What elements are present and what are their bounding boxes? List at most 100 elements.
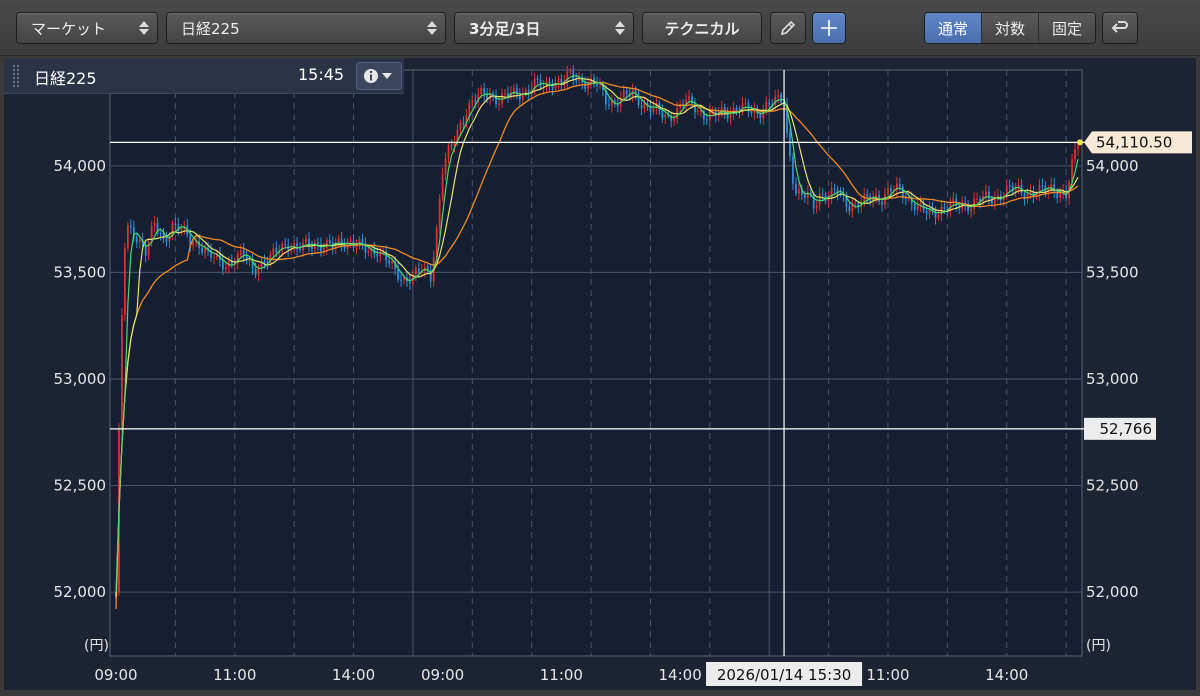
candle-body bbox=[299, 248, 301, 251]
candle-body bbox=[126, 225, 129, 248]
candle-body bbox=[462, 122, 465, 125]
candle-body bbox=[744, 102, 747, 104]
symbol-info-bar: 日経225 15:45 bbox=[4, 58, 404, 94]
candle-body bbox=[777, 94, 780, 97]
candle-body bbox=[904, 198, 907, 200]
candle-body bbox=[135, 237, 138, 243]
candle-body bbox=[468, 103, 471, 116]
candle-body bbox=[239, 249, 242, 254]
candle-body bbox=[881, 201, 883, 205]
candle-body bbox=[147, 241, 150, 256]
candle-body bbox=[898, 183, 901, 187]
candle-body bbox=[937, 214, 940, 218]
updown-arrows-icon bbox=[615, 20, 625, 36]
candle-body bbox=[444, 158, 447, 175]
candle-body bbox=[498, 103, 500, 105]
candle-body bbox=[480, 88, 483, 95]
candle-body bbox=[153, 222, 156, 227]
candle-body bbox=[162, 233, 165, 239]
y-tick-label-left: 53,000 bbox=[54, 370, 107, 388]
pencil-button[interactable] bbox=[770, 12, 806, 44]
candle-body bbox=[254, 268, 257, 275]
candle-body bbox=[322, 248, 325, 252]
candle-body bbox=[887, 188, 889, 195]
scale-mode-normal[interactable]: 通常 bbox=[925, 13, 981, 43]
candle-body bbox=[349, 240, 352, 243]
candle-body bbox=[391, 261, 394, 264]
pencil-icon bbox=[780, 20, 796, 36]
candle-body bbox=[367, 251, 370, 253]
x-tick-label: 11:00 bbox=[540, 666, 583, 684]
candle-body bbox=[569, 70, 572, 72]
candle-body bbox=[124, 247, 126, 316]
candle-body bbox=[1077, 146, 1079, 149]
technical-button[interactable]: テクニカル bbox=[642, 12, 762, 44]
info-symbol: 日経225 bbox=[34, 69, 97, 88]
candle-body bbox=[317, 242, 319, 245]
candle-body bbox=[144, 245, 147, 256]
market-select-label: マーケット bbox=[31, 19, 107, 38]
candle-body bbox=[414, 267, 417, 275]
toolbar: マーケット 日経225 3分足/3日 テクニカル 通常 対数 固定 bbox=[0, 0, 1200, 56]
candle-body bbox=[818, 193, 821, 206]
candle-body bbox=[916, 205, 919, 211]
y-tick-label-right: 52,500 bbox=[1086, 477, 1139, 495]
candle-body bbox=[447, 145, 450, 159]
crosshair-icon bbox=[821, 20, 837, 36]
candle-body bbox=[970, 208, 973, 212]
candle-body bbox=[174, 223, 177, 225]
scale-mode-group: 通常 対数 固定 bbox=[924, 12, 1096, 44]
y-tick-label-right: 54,000 bbox=[1086, 157, 1139, 175]
x-tick-label: 14:00 bbox=[659, 666, 702, 684]
candle-body bbox=[622, 90, 625, 99]
candle-body bbox=[221, 260, 224, 270]
candle-body bbox=[275, 248, 278, 253]
candle-body bbox=[1059, 192, 1062, 199]
candle-body bbox=[263, 261, 266, 264]
candle-body bbox=[830, 188, 833, 199]
crosshair-button[interactable] bbox=[812, 12, 846, 44]
candle-body bbox=[441, 174, 444, 200]
interval-select[interactable]: 3分足/3日 bbox=[454, 12, 634, 44]
candle-body bbox=[815, 205, 818, 208]
candle-body bbox=[284, 243, 287, 246]
candle-body bbox=[729, 113, 732, 119]
candle-body bbox=[515, 88, 518, 95]
plot-background bbox=[109, 69, 1083, 657]
price-chart[interactable]: 54,110.50 52,766 2026/01/14 15:30 54,000 54… bbox=[4, 58, 1196, 690]
candle-body bbox=[129, 225, 132, 228]
symbol-select[interactable]: 日経225 bbox=[166, 12, 446, 44]
candle-body bbox=[934, 210, 937, 218]
x-tick-label: 09:00 bbox=[421, 666, 464, 684]
interval-select-label: 3分足/3日 bbox=[469, 19, 541, 38]
info-menu-button[interactable] bbox=[356, 62, 402, 90]
y-tick-label-left: 54,000 bbox=[54, 157, 107, 175]
candle-body bbox=[848, 206, 851, 212]
market-select[interactable]: マーケット bbox=[16, 12, 158, 44]
candle-body bbox=[397, 268, 399, 280]
candle-body bbox=[866, 194, 869, 197]
candle-body bbox=[584, 82, 587, 89]
scale-mode-log[interactable]: 対数 bbox=[981, 13, 1038, 43]
candle-body bbox=[833, 188, 836, 190]
x-tick-label: 11:00 bbox=[866, 666, 909, 684]
candle-body bbox=[661, 110, 664, 118]
candle-body bbox=[996, 195, 999, 198]
candle-body bbox=[575, 79, 578, 81]
candle-body bbox=[504, 92, 506, 94]
symbol-select-label: 日経225 bbox=[181, 19, 240, 38]
candle-body bbox=[400, 279, 402, 281]
candle-body bbox=[138, 239, 141, 243]
drag-handle-icon[interactable] bbox=[12, 64, 20, 88]
candle-body bbox=[985, 191, 987, 196]
candle-body bbox=[803, 194, 806, 199]
candle-body bbox=[943, 207, 946, 209]
candle-body bbox=[625, 90, 628, 94]
candle-body bbox=[180, 227, 183, 231]
candle-body bbox=[1038, 185, 1041, 195]
candle-body bbox=[201, 247, 204, 253]
scale-mode-fixed[interactable]: 固定 bbox=[1038, 13, 1095, 43]
return-button[interactable] bbox=[1102, 12, 1138, 44]
candle-body bbox=[854, 203, 857, 205]
candle-body bbox=[1074, 148, 1076, 160]
